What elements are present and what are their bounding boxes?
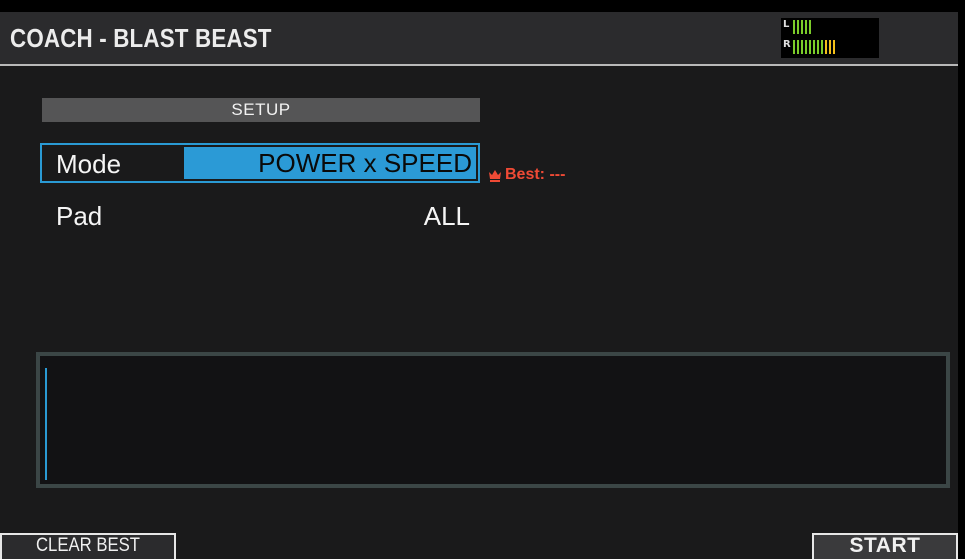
meter-right-segment	[793, 40, 795, 54]
meter-left-segment	[809, 20, 811, 34]
meter-right-segment	[809, 40, 811, 54]
meter-right-segment	[825, 40, 827, 54]
pad-value: ALL	[423, 201, 470, 231]
start-button[interactable]: START	[812, 533, 958, 559]
text-cursor	[45, 368, 47, 480]
title-bar: COACH - BLAST BEAST L R	[0, 12, 958, 66]
mode-row[interactable]: Mode POWER x SPEED	[40, 143, 480, 183]
meter-right-segment	[833, 40, 835, 54]
meter-right-segment	[797, 40, 799, 54]
meter-left-segment	[797, 20, 799, 34]
message-box	[36, 352, 950, 488]
best-text: Best: ---	[505, 166, 566, 183]
meter-right-segment	[817, 40, 819, 54]
mode-label: Mode	[56, 149, 122, 179]
pad-label: Pad	[56, 201, 103, 231]
meter-right-segment	[805, 40, 807, 54]
clear-best-button[interactable]: CLEAR BEST	[0, 533, 176, 559]
meter-left-segment	[805, 20, 807, 34]
crown-icon	[489, 170, 501, 182]
setup-heading-label: SETUP	[231, 100, 291, 119]
mode-value: POWER x SPEED	[258, 148, 472, 178]
clear-best-label: CLEAR BEST	[35, 535, 141, 556]
start-label: START	[849, 534, 921, 557]
meter-right-segment	[829, 40, 831, 54]
setup-heading: SETUP	[42, 98, 480, 122]
screen-edge	[958, 12, 965, 559]
meter-right-segment	[821, 40, 823, 54]
page-title: COACH - BLAST BEAST	[10, 23, 272, 53]
best-record: Best: ---	[488, 164, 565, 186]
meter-right-segment	[813, 40, 815, 54]
pad-row[interactable]: Pad ALL	[40, 195, 480, 235]
meter-left-segment	[793, 20, 795, 34]
meter-right-segment	[801, 40, 803, 54]
level-meter: L R	[781, 18, 879, 58]
meter-left-segment	[801, 20, 803, 34]
meter-right-label: R	[783, 39, 791, 50]
mode-value-selector[interactable]: POWER x SPEED	[184, 147, 476, 179]
meter-left-label: L	[783, 19, 790, 30]
coach-screen: COACH - BLAST BEAST L R SETUP Mode POWER…	[0, 12, 958, 559]
